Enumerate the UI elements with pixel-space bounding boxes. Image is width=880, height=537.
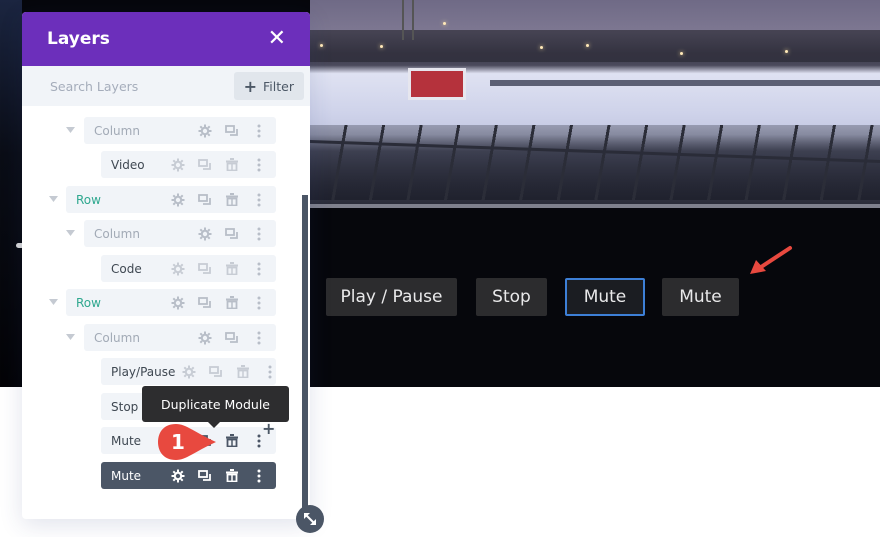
video-player[interactable] (310, 0, 880, 204)
duplicate-icon[interactable] (191, 466, 218, 486)
gear-icon[interactable] (164, 190, 191, 210)
collapse-caret-icon[interactable] (65, 332, 75, 342)
layer-module-play-pause[interactable]: Play/Pause (101, 358, 276, 385)
layer-label: Column (94, 226, 140, 241)
layer-label: Play/Pause (111, 364, 176, 379)
video-progress-bar[interactable] (310, 204, 880, 208)
more-vertical-icon[interactable] (256, 362, 283, 382)
duplicate-icon[interactable] (191, 259, 218, 279)
more-vertical-icon[interactable] (245, 293, 272, 313)
resize-arrows-icon (304, 513, 316, 525)
stop-button[interactable]: Stop (476, 278, 547, 316)
layer-label: Code (111, 261, 142, 276)
video-light (380, 45, 383, 48)
video-light (320, 44, 323, 47)
trash-icon[interactable] (218, 259, 245, 279)
search-bar: + Filter (22, 66, 310, 106)
layer-module-mute[interactable]: Mute (101, 462, 276, 489)
duplicate-icon[interactable] (218, 121, 245, 141)
video-light (785, 50, 788, 53)
video-fence (310, 125, 880, 200)
video-tower (402, 0, 414, 40)
step-number: 1 (171, 430, 185, 454)
resize-handle[interactable] (296, 505, 324, 533)
more-vertical-icon[interactable] (245, 328, 272, 348)
collapse-caret-icon[interactable] (48, 297, 58, 307)
more-vertical-icon[interactable] (245, 259, 272, 279)
video-light (680, 52, 683, 55)
more-vertical-icon[interactable] (245, 155, 272, 175)
mute-button-duplicate[interactable]: Mute (662, 278, 739, 316)
trash-icon[interactable] (229, 362, 256, 382)
duplicate-icon[interactable] (218, 328, 245, 348)
layer-label: Column (94, 330, 140, 345)
layer-actions (191, 328, 276, 348)
layer-label: Mute (111, 468, 142, 483)
layer-label: Row (76, 295, 101, 310)
duplicate-icon[interactable] (202, 362, 229, 382)
more-vertical-icon[interactable] (245, 121, 272, 141)
video-light (443, 22, 446, 25)
trash-icon[interactable] (218, 155, 245, 175)
layer-actions (164, 466, 276, 486)
layer-module-video[interactable]: Video (101, 151, 276, 178)
gear-icon[interactable] (191, 224, 218, 244)
collapse-caret-icon[interactable] (48, 194, 58, 204)
plus-icon: + (243, 76, 258, 96)
layer-label: Video (111, 157, 145, 172)
layer-label: Column (94, 123, 140, 138)
duplicate-icon[interactable] (191, 190, 218, 210)
layer-column-column[interactable]: Column (84, 324, 276, 351)
layers-scrollbar[interactable] (302, 195, 308, 513)
trash-icon[interactable] (218, 190, 245, 210)
trash-icon[interactable] (218, 466, 245, 486)
video-light (586, 44, 589, 47)
annotation-arrow-icon (750, 246, 792, 274)
trash-icon[interactable] (218, 293, 245, 313)
gear-icon[interactable] (164, 466, 191, 486)
play-pause-button[interactable]: Play / Pause (326, 278, 457, 316)
layer-actions (164, 293, 276, 313)
collapse-caret-icon[interactable] (65, 125, 75, 135)
panel-title: Layers (47, 29, 110, 49)
layer-column-column[interactable]: Column (84, 117, 276, 144)
left-background-strip (0, 0, 22, 387)
more-vertical-icon[interactable] (245, 190, 272, 210)
video-light (540, 46, 543, 49)
duplicate-icon[interactable] (191, 155, 218, 175)
video-runway (490, 80, 880, 86)
gear-icon[interactable] (164, 259, 191, 279)
gear-icon[interactable] (191, 328, 218, 348)
layer-actions (191, 224, 276, 244)
search-layers-input[interactable] (50, 78, 220, 94)
more-vertical-icon[interactable] (245, 224, 272, 244)
layer-row-row[interactable]: Row (66, 289, 276, 316)
more-vertical-icon[interactable] (245, 466, 272, 486)
video-building (408, 68, 466, 100)
layer-actions (164, 155, 276, 175)
duplicate-module-tooltip: Duplicate Module (142, 386, 289, 428)
gear-icon[interactable] (175, 362, 202, 382)
gear-icon[interactable] (164, 293, 191, 313)
layer-actions (191, 121, 276, 141)
duplicate-icon[interactable] (218, 224, 245, 244)
collapse-caret-icon[interactable] (65, 228, 75, 238)
filter-label: Filter (263, 78, 294, 94)
filter-button[interactable]: + Filter (233, 72, 304, 100)
video-skyline (310, 30, 880, 62)
duplicate-icon[interactable] (191, 293, 218, 313)
layer-actions (164, 259, 276, 279)
layer-actions (175, 362, 287, 382)
layer-module-code[interactable]: Code (101, 255, 276, 282)
layers-panel-header: Layers ✕ (22, 12, 310, 66)
mute-button[interactable]: Mute (565, 278, 645, 316)
layer-column-column[interactable]: Column (84, 220, 276, 247)
layer-row-row[interactable]: Row (66, 186, 276, 213)
close-icon[interactable]: ✕ (268, 28, 286, 50)
trash-icon[interactable] (218, 431, 245, 451)
gear-icon[interactable] (191, 121, 218, 141)
layer-actions (164, 190, 276, 210)
layer-label: Row (76, 192, 101, 207)
gear-icon[interactable] (164, 155, 191, 175)
